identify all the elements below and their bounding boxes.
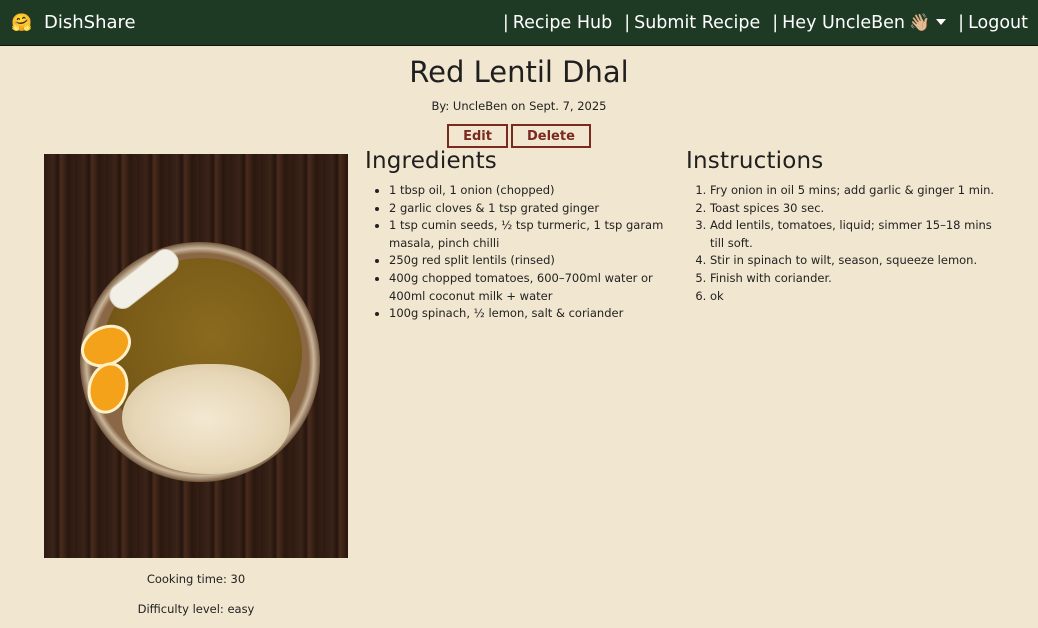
- instruction-step: Fry onion in oil 5 mins; add garlic & gi…: [710, 182, 1006, 200]
- nav-link-label: Recipe Hub: [512, 12, 613, 33]
- waving-hand-icon: 👋🏼: [909, 12, 931, 33]
- recipe-content: Cooking time: 30 Difficulty level: easy …: [0, 148, 1038, 628]
- ingredient-item: 250g red split lentils (rinsed): [389, 252, 670, 270]
- ingredient-item: 1 tsp cumin seeds, ½ tsp turmeric, 1 tsp…: [389, 217, 670, 252]
- instruction-step: ok: [710, 288, 1006, 306]
- instruction-step: Toast spices 30 sec.: [710, 200, 1006, 218]
- nav-separator: |: [772, 12, 779, 33]
- cook-meta: Cooking time: 30 Difficulty level: easy: [44, 572, 348, 616]
- nav-link-recipe-hub[interactable]: | Recipe Hub: [503, 13, 612, 33]
- ingredient-item: 2 garlic cloves & 1 tsp grated ginger: [389, 200, 670, 218]
- nav-link-label: Submit Recipe: [634, 12, 761, 33]
- instructions-list: Fry onion in oil 5 mins; add garlic & gi…: [686, 182, 1006, 305]
- user-dropdown[interactable]: | Hey UncleBen 👋🏼: [772, 12, 947, 33]
- nav-link-submit-recipe[interactable]: | Submit Recipe: [624, 13, 760, 33]
- instructions-heading: Instructions: [686, 148, 824, 174]
- instruction-step: Finish with coriander.: [710, 270, 1006, 288]
- edit-button[interactable]: Edit: [447, 124, 508, 148]
- ingredients-section: Ingredients 1 tbsp oil, 1 onion (chopped…: [365, 148, 670, 323]
- brand[interactable]: 🤗 DishShare: [10, 12, 136, 33]
- nav-links: | Recipe Hub | Submit Recipe | Hey UncleBen…: [491, 13, 1028, 33]
- nav-separator: |: [958, 12, 965, 33]
- nav-link-label: Logout: [968, 12, 1028, 33]
- rice: [122, 364, 290, 474]
- recipe-title: Red Lentil Dhal: [409, 55, 629, 89]
- hugging-face-icon: 🤗: [11, 12, 33, 33]
- ingredient-item: 400g chopped tomatoes, 600–700ml water o…: [389, 270, 670, 305]
- ingredients-list: 1 tbsp oil, 1 onion (chopped) 2 garlic c…: [365, 182, 670, 323]
- brand-name: DishShare: [44, 12, 136, 33]
- ingredient-item: 1 tbsp oil, 1 onion (chopped): [389, 182, 670, 200]
- instruction-step: Add lentils, tomatoes, liquid; simmer 15…: [710, 217, 1006, 252]
- navbar: 🤗 DishShare | Recipe Hub | Submit Recipe |…: [0, 0, 1038, 46]
- delete-button[interactable]: Delete: [510, 124, 591, 148]
- instruction-step: Stir in spinach to wilt, season, squeeze…: [710, 252, 1006, 270]
- recipe-byline: By: UncleBen on Sept. 7, 2025: [431, 99, 607, 113]
- nav-separator: |: [502, 12, 509, 33]
- user-greeting: Hey UncleBen: [782, 12, 905, 33]
- recipe-photo: [44, 154, 348, 558]
- nav-separator: |: [624, 12, 631, 33]
- caret-down-icon: [936, 18, 947, 25]
- difficulty-level: Difficulty level: easy: [137, 602, 255, 616]
- instructions-section: Instructions Fry onion in oil 5 mins; ad…: [686, 148, 1006, 305]
- photo-column: Cooking time: 30 Difficulty level: easy: [44, 154, 348, 628]
- cooking-time: Cooking time: 30: [146, 572, 246, 586]
- recipe-actions: Edit Delete: [0, 124, 1038, 148]
- ingredient-item: 100g spinach, ½ lemon, salt & coriander: [389, 305, 670, 323]
- ingredients-heading: Ingredients: [365, 148, 497, 174]
- nav-link-logout[interactable]: | Logout: [958, 13, 1028, 33]
